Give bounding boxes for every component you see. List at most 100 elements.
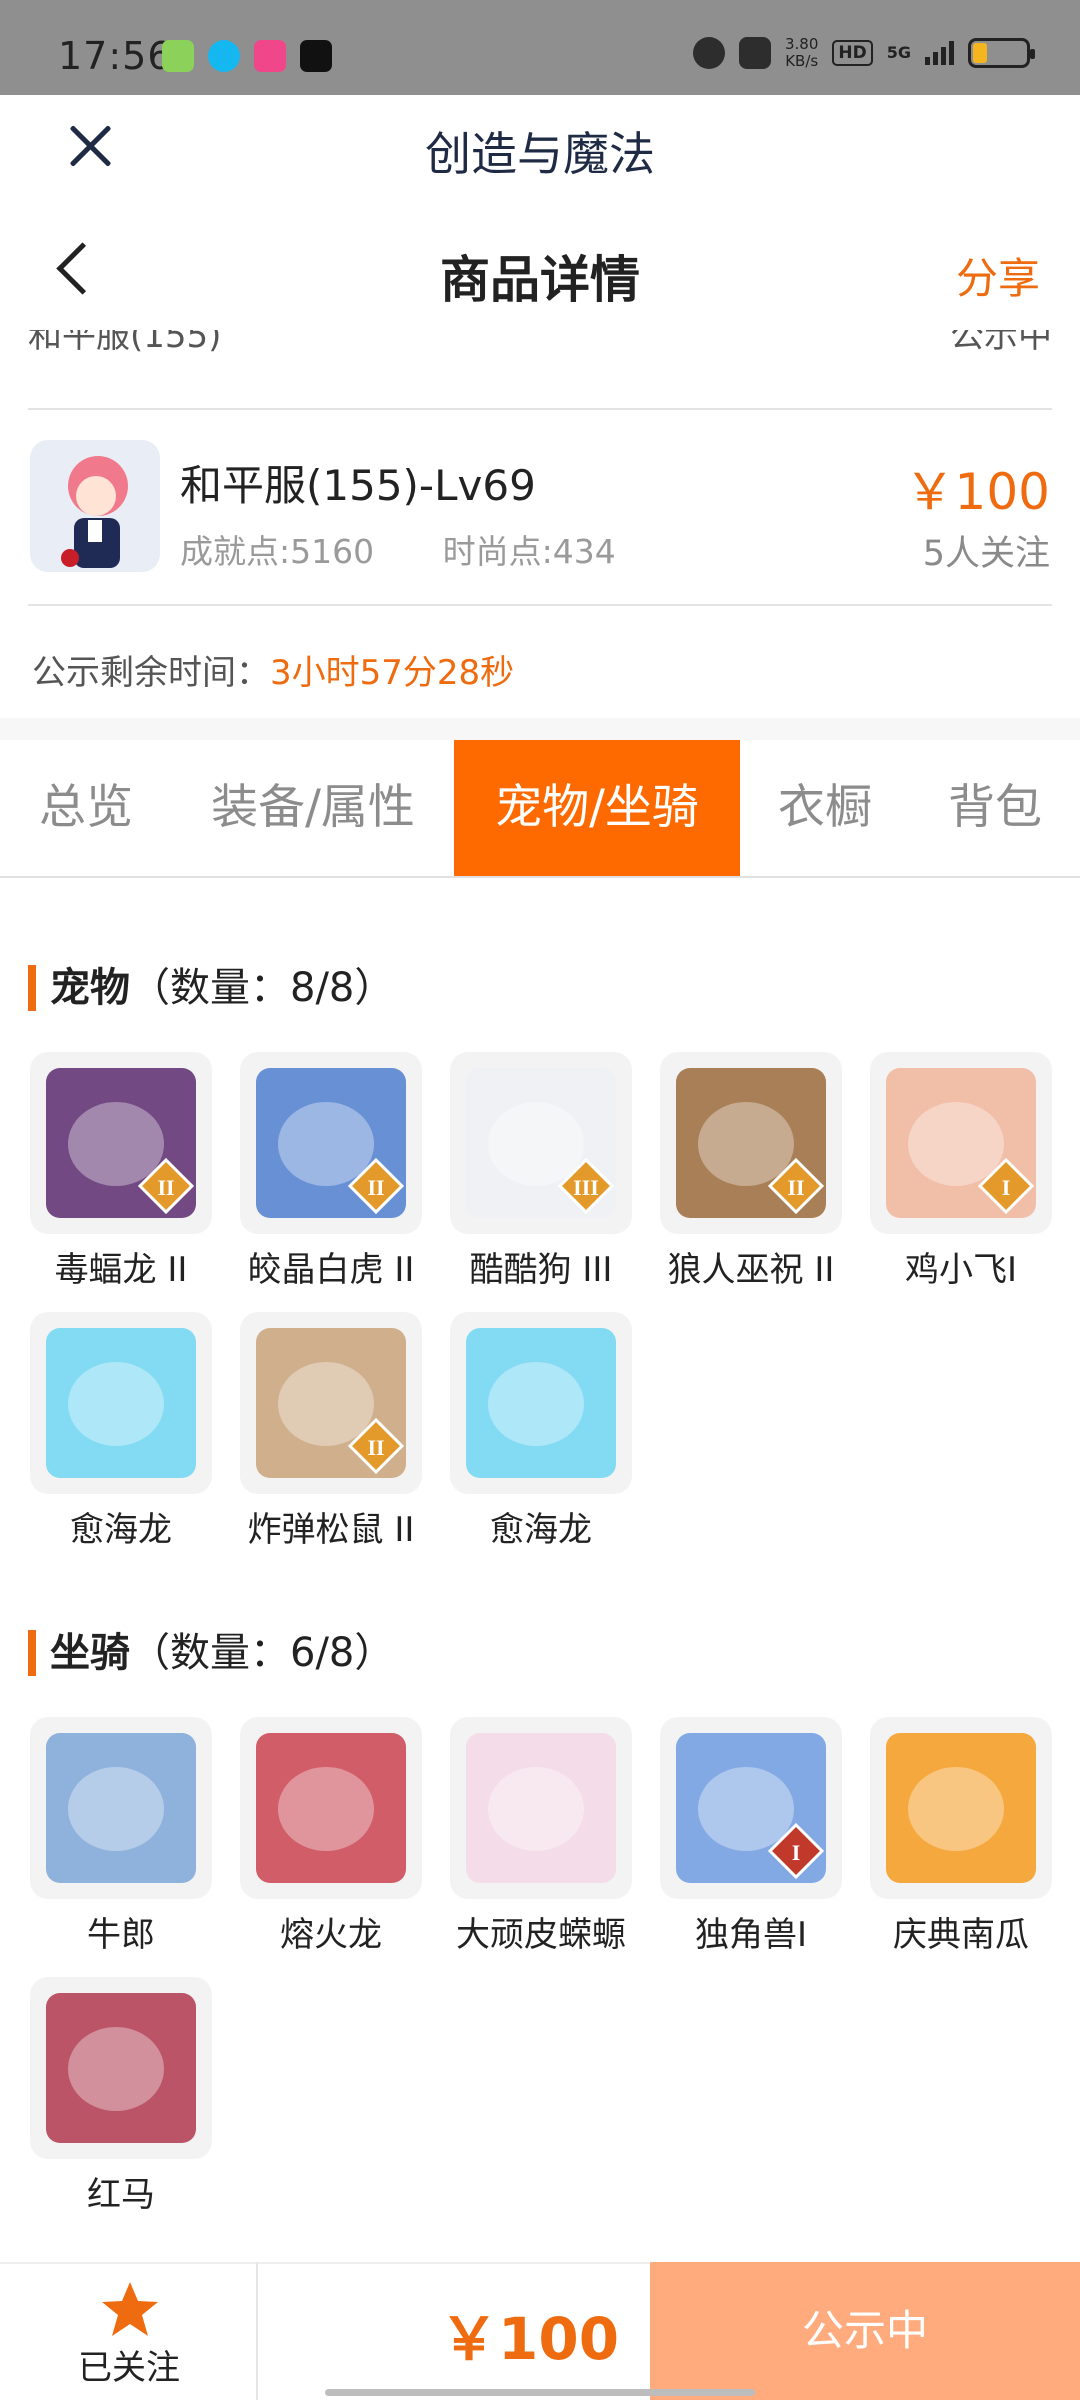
app-title: 创造与魔法 bbox=[425, 127, 655, 181]
mounts-count: （数量：6/8） bbox=[130, 1630, 395, 1676]
svg-text:II: II bbox=[367, 1175, 384, 1200]
notification-icons bbox=[162, 40, 332, 72]
white-tiger-icon: II bbox=[256, 1068, 406, 1218]
hd-badge: HD bbox=[832, 40, 873, 66]
mount-name: 红马 bbox=[87, 2175, 155, 2215]
status-bar: 17:56 3.80 KB/s HD 5G bbox=[0, 0, 1080, 95]
pumpkin-icon bbox=[886, 1733, 1036, 1883]
pet-card[interactable]: II bbox=[30, 1052, 212, 1234]
mount-card[interactable] bbox=[870, 1717, 1052, 1899]
pet-card[interactable]: II bbox=[240, 1052, 422, 1234]
mount-name: 独角兽I bbox=[694, 1915, 808, 1955]
mount-card[interactable] bbox=[30, 1977, 212, 2159]
follow-label: 已关注 bbox=[78, 2348, 180, 2388]
battery-icon bbox=[968, 38, 1035, 68]
mount-name: 庆典南瓜 bbox=[893, 1915, 1029, 1955]
unicorn-icon: I bbox=[676, 1733, 826, 1883]
net-speed-value: 3.80 bbox=[784, 35, 819, 53]
magma-dragon-icon bbox=[256, 1733, 406, 1883]
app-notification-icon bbox=[254, 40, 286, 72]
svg-text:I: I bbox=[1002, 1175, 1011, 1200]
app-notification-icon bbox=[162, 40, 194, 72]
follower-count: 5人关注 bbox=[922, 534, 1050, 574]
achievement-points: 成就点:5160 bbox=[180, 532, 375, 571]
pet-name: 皎晶白虎 II bbox=[247, 1250, 415, 1290]
mount-card[interactable] bbox=[240, 1717, 422, 1899]
signal-icon bbox=[925, 41, 954, 65]
pet-name: 愈海龙 bbox=[490, 1510, 592, 1550]
mount-card[interactable] bbox=[30, 1717, 212, 1899]
divider bbox=[28, 408, 1052, 410]
share-button[interactable]: 分享 bbox=[956, 245, 1040, 306]
pet-card[interactable] bbox=[450, 1312, 632, 1494]
sea-dragon-icon bbox=[466, 1328, 616, 1478]
chick-fighter-icon: I bbox=[886, 1068, 1036, 1218]
tab-backpack[interactable]: 背包 bbox=[910, 740, 1080, 876]
tab-pets-mounts[interactable]: 宠物/坐骑 bbox=[454, 740, 740, 876]
status-action-button[interactable]: 公示中 bbox=[650, 2262, 1080, 2400]
werewolf-shaman-icon: II bbox=[676, 1068, 826, 1218]
network-type: 5G bbox=[886, 43, 911, 62]
purple-dragon-icon: II bbox=[46, 1068, 196, 1218]
status-label: 公示中 bbox=[950, 330, 1052, 356]
svg-text:II: II bbox=[787, 1175, 804, 1200]
pets-count: （数量：8/8） bbox=[130, 965, 395, 1011]
bottom-price: ￥100 bbox=[440, 2305, 620, 2373]
pet-name: 炸弹松鼠 II bbox=[247, 1510, 415, 1550]
listing-price: ￥100 bbox=[904, 463, 1050, 521]
mount-name: 熔火龙 bbox=[280, 1915, 382, 1955]
detail-tabs: 总览 装备/属性 宠物/坐骑 衣橱 背包 bbox=[0, 740, 1080, 878]
fashion-points: 时尚点:434 bbox=[442, 532, 616, 571]
pet-name: 愈海龙 bbox=[70, 1510, 172, 1550]
pet-card[interactable] bbox=[30, 1312, 212, 1494]
salamander-icon bbox=[466, 1733, 616, 1883]
listing-name: 和平服(155)-Lv69 bbox=[180, 461, 536, 510]
pet-card[interactable]: III bbox=[450, 1052, 632, 1234]
red-horse-icon bbox=[46, 1993, 196, 2143]
tab-equipment[interactable]: 装备/属性 bbox=[172, 740, 454, 876]
svg-text:II: II bbox=[157, 1175, 174, 1200]
pets-heading: 宠物（数量：8/8） bbox=[28, 955, 394, 1013]
mount-name: 大顽皮蝾螈 bbox=[456, 1915, 626, 1955]
home-indicator[interactable] bbox=[325, 2389, 755, 2396]
net-speed: 3.80 KB/s bbox=[785, 36, 818, 70]
mounts-heading: 坐骑（数量：6/8） bbox=[28, 1620, 394, 1678]
pet-card[interactable]: II bbox=[240, 1312, 422, 1494]
mounts-title: 坐骑 bbox=[28, 1630, 130, 1676]
pet-name: 狼人巫祝 II bbox=[667, 1250, 835, 1290]
notice-time-value: 3小时57分28秒 bbox=[270, 653, 515, 693]
app-notification-icon bbox=[208, 40, 240, 72]
mount-card[interactable] bbox=[450, 1717, 632, 1899]
bull-icon bbox=[46, 1733, 196, 1883]
notice-time: 公示剩余时间：3小时57分28秒 bbox=[32, 645, 514, 694]
mute-icon bbox=[738, 37, 771, 69]
sea-dragon-icon bbox=[46, 1328, 196, 1478]
mount-card[interactable]: I bbox=[660, 1717, 842, 1899]
goggle-dog-icon: III bbox=[466, 1068, 616, 1218]
mount-name: 牛郎 bbox=[87, 1915, 155, 1955]
svg-text:III: III bbox=[573, 1175, 599, 1200]
listing-stats: 成就点:5160 时尚点:434 bbox=[180, 525, 674, 573]
pet-name: 酷酷狗 III bbox=[469, 1250, 613, 1290]
page-title: 商品详情 bbox=[440, 251, 640, 309]
pet-name: 毒蝠龙 II bbox=[54, 1250, 188, 1290]
net-speed-unit: KB/s bbox=[785, 52, 819, 70]
server-label: 和平服(155) bbox=[28, 330, 222, 356]
scrolled-row: 和平服(155) 公示中 bbox=[28, 330, 1052, 360]
divider bbox=[28, 604, 1052, 606]
pet-card[interactable]: II bbox=[660, 1052, 842, 1234]
status-time: 17:56 bbox=[58, 34, 173, 78]
tab-overview[interactable]: 总览 bbox=[0, 740, 172, 876]
bomb-squirrel-icon: II bbox=[256, 1328, 406, 1478]
pets-title: 宠物 bbox=[28, 965, 130, 1011]
tiktok-icon bbox=[300, 40, 332, 72]
section-gap bbox=[0, 718, 1080, 740]
pet-card[interactable]: I bbox=[870, 1052, 1052, 1234]
pet-name: 鸡小飞I bbox=[904, 1250, 1018, 1290]
character-avatar bbox=[30, 440, 160, 572]
svg-text:II: II bbox=[367, 1435, 384, 1460]
svg-text:I: I bbox=[792, 1840, 801, 1865]
tab-wardrobe[interactable]: 衣橱 bbox=[740, 740, 910, 876]
star-icon bbox=[102, 2282, 158, 2336]
alarm-icon bbox=[692, 37, 725, 69]
